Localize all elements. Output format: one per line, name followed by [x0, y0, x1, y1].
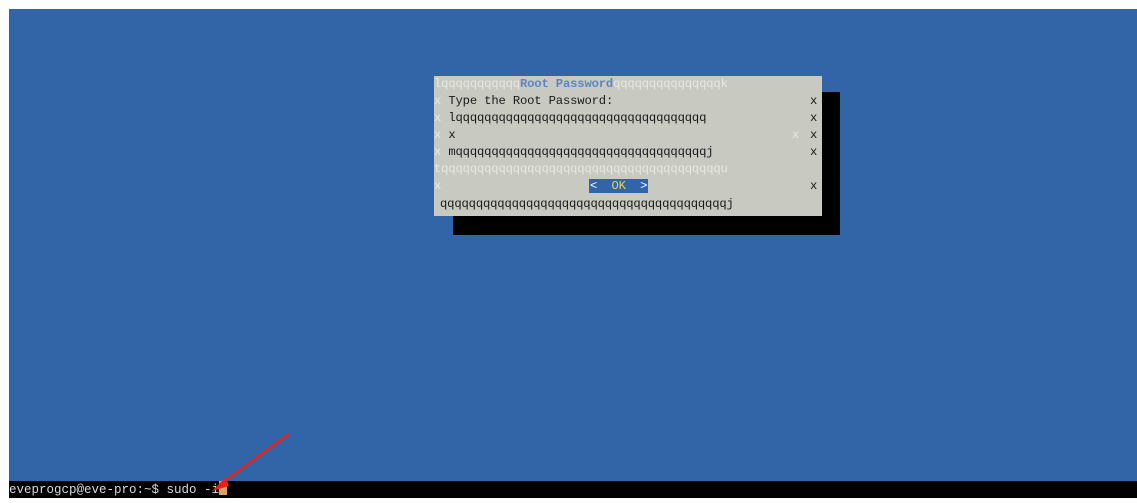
dialog-bottom-row: qqqqqqqqqqqqqqqqqqqqqqqqqqqqqqqqqqqqqqqq…: [434, 197, 822, 211]
dialog-title-row: lqqqqqqqqqqqRoot Passwordqqqqqqqqqqqqqqq…: [434, 77, 822, 91]
side-border-right: x: [810, 145, 818, 159]
shell-command: sudo -i: [166, 483, 220, 497]
title-border-right-fill: qqqqqqqqqqqqqqqk: [613, 77, 728, 91]
side-border-right: x: [810, 111, 818, 125]
side-border-left: x: [434, 111, 442, 125]
side-border-right: x: [810, 179, 818, 193]
side-border-right: x: [810, 128, 818, 142]
side-border-left: x: [434, 94, 442, 108]
input-top-row: x lqqqqqqqqqqqqqqqqqqqqqqqqqqqqqqqqqqq x: [434, 111, 822, 125]
separator-row: tqqqqqqqqqqqqqqqqqqqqqqqqqqqqqqqqqqqqqqq…: [434, 162, 822, 176]
password-input-row[interactable]: x xxx: [434, 128, 822, 142]
shell-prompt: eveprogcp@eve-pro:~$: [9, 483, 160, 497]
terminal-command-line[interactable]: eveprogcp@eve-pro:~$ sudo -i: [9, 481, 1137, 498]
side-border-left: x: [434, 145, 442, 159]
input-side-border: x: [792, 128, 800, 142]
dialog-bottom-border: qqqqqqqqqqqqqqqqqqqqqqqqqqqqqqqqqqqqqqqq…: [440, 197, 734, 211]
ok-button[interactable]: < OK >: [589, 179, 649, 193]
dialog-separator: tqqqqqqqqqqqqqqqqqqqqqqqqqqqqqqqqqqqqqqq…: [434, 162, 728, 176]
title-border-left: lqqqqqqqqqqq: [434, 77, 520, 91]
ok-bracket-right: >: [640, 179, 648, 193]
root-password-dialog: lqqqqqqqqqqqRoot Passwordqqqqqqqqqqqqqqq…: [434, 76, 822, 216]
ok-label: OK: [611, 179, 626, 193]
button-row: x < OK > x: [434, 179, 822, 193]
prompt-row: x Type the Root Password: x: [434, 94, 822, 108]
side-border-left: x: [434, 179, 442, 193]
text-cursor: [219, 481, 228, 495]
input-bottom-border: mqqqqqqqqqqqqqqqqqqqqqqqqqqqqqqqqqqqj: [448, 145, 714, 159]
password-input-field[interactable]: x: [448, 128, 455, 142]
side-border-right: x: [810, 94, 818, 108]
input-bottom-row: x mqqqqqqqqqqqqqqqqqqqqqqqqqqqqqqqqqqqj x: [434, 145, 822, 159]
password-prompt: Type the Root Password:: [448, 94, 614, 108]
ok-bracket-left: <: [590, 179, 598, 193]
input-top-border: lqqqqqqqqqqqqqqqqqqqqqqqqqqqqqqqqqqq: [448, 111, 707, 125]
side-border-left: x: [434, 128, 442, 142]
dialog-title: Root Password: [519, 77, 614, 91]
